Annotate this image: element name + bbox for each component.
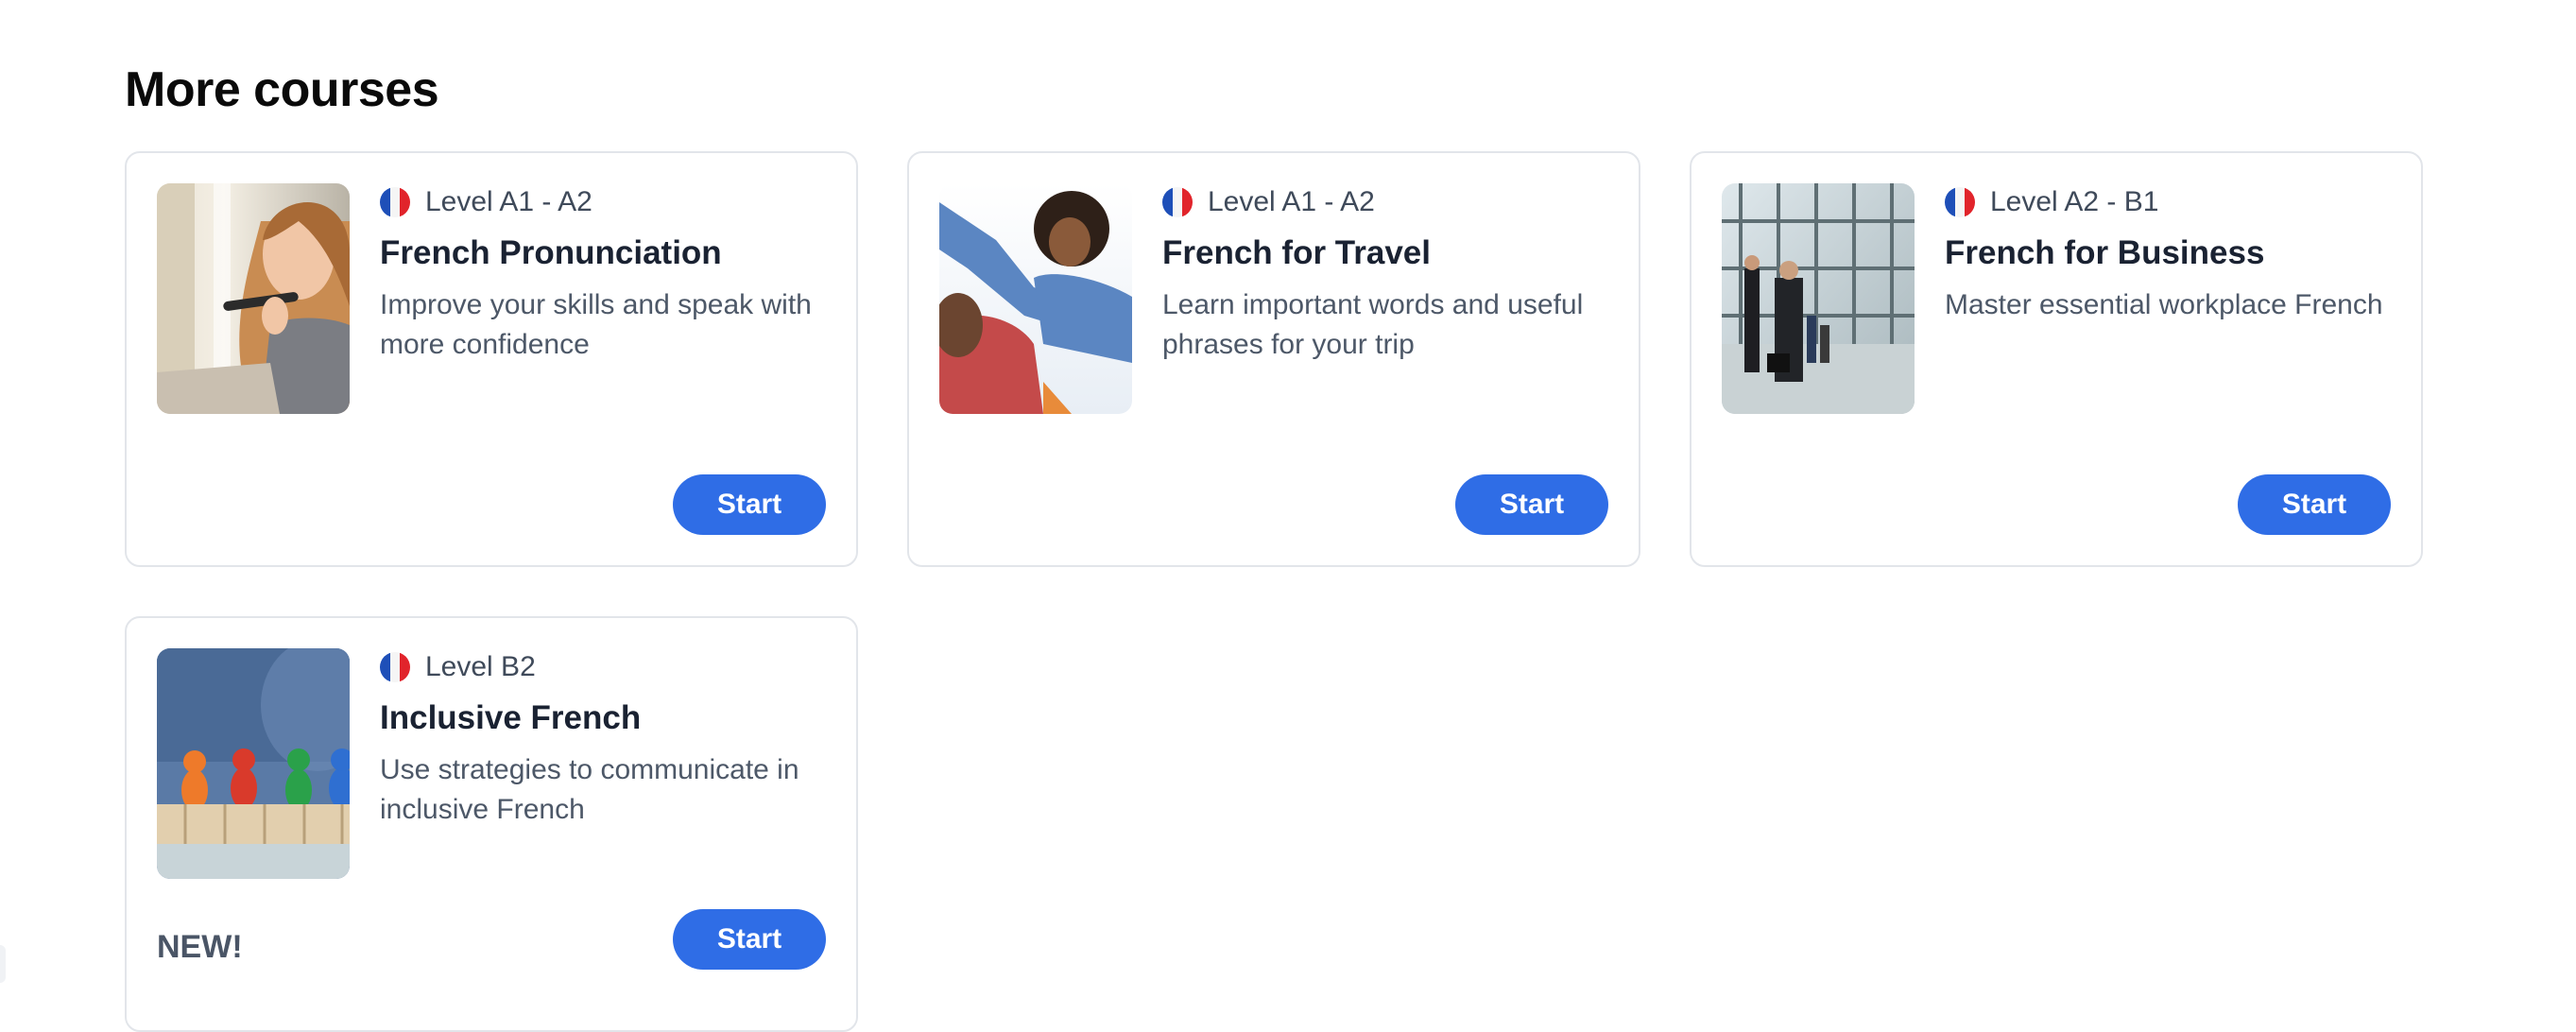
course-level: Level A2 - B1 <box>1990 186 2159 217</box>
start-button[interactable]: Start <box>2238 474 2391 535</box>
course-title: French for Business <box>1945 234 2265 271</box>
business-people-in-lobby-image <box>1722 183 1915 414</box>
course-level: Level A1 - A2 <box>425 186 592 217</box>
woman-speaking-into-phone-image <box>157 183 350 414</box>
course-card-french-pronunciation[interactable]: Level A1 - A2 French Pronunciation Impro… <box>125 151 858 567</box>
course-card-french-for-business[interactable]: Level A2 - B1 French for Business Master… <box>1690 151 2423 567</box>
happy-travelers-image <box>939 183 1132 414</box>
course-title: French Pronunciation <box>380 234 722 271</box>
start-button[interactable]: Start <box>673 909 826 970</box>
course-level: Level B2 <box>425 651 536 682</box>
course-description: Learn important words and useful phrases… <box>1162 289 1584 360</box>
start-button[interactable]: Start <box>673 474 826 535</box>
france-flag-icon <box>380 187 410 217</box>
course-level: Level A1 - A2 <box>1208 186 1375 217</box>
course-card-french-for-travel[interactable]: Level A1 - A2 French for Travel Learn im… <box>907 151 1640 567</box>
course-title: French for Travel <box>1162 234 1431 271</box>
france-flag-icon <box>380 652 410 682</box>
course-description: Use strategies to communicate in inclusi… <box>380 754 799 825</box>
section-title: More courses <box>125 62 439 117</box>
course-card-inclusive-french[interactable]: Level B2 Inclusive French Use strategies… <box>125 616 858 1032</box>
edge-decoration <box>0 945 6 983</box>
course-title: Inclusive French <box>380 699 642 736</box>
start-button[interactable]: Start <box>1455 474 1608 535</box>
france-flag-icon <box>1945 187 1975 217</box>
france-flag-icon <box>1162 187 1193 217</box>
inclusion-blocks-image <box>157 648 350 879</box>
new-badge: NEW! <box>157 929 243 965</box>
course-description: Improve your skills and speak with more … <box>380 289 812 360</box>
course-description: Master essential workplace French <box>1945 289 2383 320</box>
